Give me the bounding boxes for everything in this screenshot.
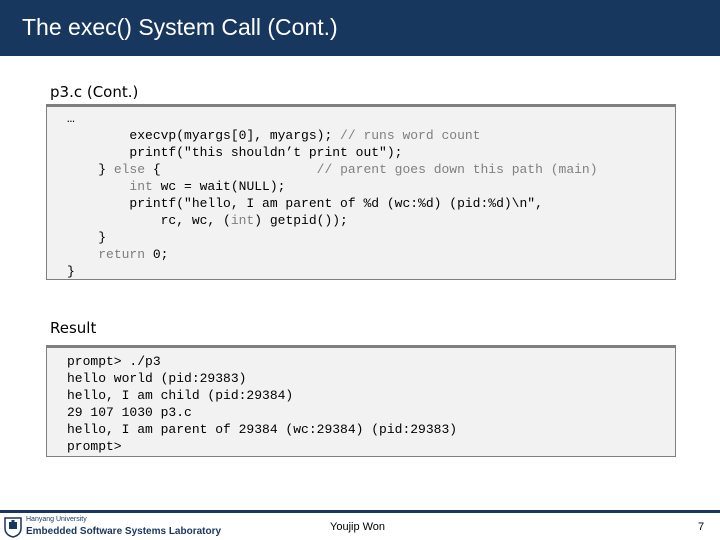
code-text: ) getpid()); (254, 213, 348, 228)
lab-name: Embedded Software Systems Laboratory (26, 526, 222, 537)
code-text: } (67, 264, 75, 279)
slide-title: The exec() System Call (Cont.) (22, 14, 338, 40)
code-text: prompt> (67, 439, 122, 454)
code-line: hello world (pid:29383) (67, 370, 246, 387)
code-block: … execvp(myargs[0], myargs); // runs wor… (46, 104, 676, 280)
code-line: printf("this shouldn’t print out"); (67, 144, 402, 161)
code-text: hello world (pid:29383) (67, 371, 247, 386)
code-text: } (67, 230, 107, 245)
code-text: hello, I am parent of 29384 (wc:29384) (… (67, 422, 458, 437)
code-text: } (67, 162, 114, 177)
result-block: prompt> ./p3 hello world (pid:29383) hello… (46, 345, 676, 457)
code-text: … (67, 111, 75, 126)
code-line: prompt> (67, 438, 122, 455)
code-text: { (145, 162, 317, 177)
code-line: } else { // parent goes down this path (… (67, 161, 598, 178)
code-text: printf("this shouldn’t print out"); (67, 145, 403, 160)
code-line: int wc = wait(NULL); (67, 178, 285, 195)
code-keyword: int (129, 179, 153, 194)
code-line: } (67, 229, 106, 246)
code-text: rc, wc, ( (67, 213, 231, 228)
code-line: hello, I am parent of 29384 (wc:29384) (… (67, 421, 457, 438)
code-line: prompt> ./p3 (67, 353, 161, 370)
university-name: Hanyang University (26, 516, 87, 523)
title-bar: The exec() System Call (Cont.) (0, 0, 720, 56)
code-line: execvp(myargs[0], myargs); // runs word … (67, 127, 480, 144)
code-line: 29 107 1030 p3.c (67, 404, 192, 421)
result-section-label: Result (50, 319, 97, 337)
code-text: wc = wait(NULL); (152, 179, 286, 194)
code-keyword: return (98, 247, 146, 262)
code-section-label: p3.c (Cont.) (50, 83, 139, 101)
code-line: rc, wc, (int) getpid()); (67, 212, 348, 229)
code-line: return 0; (67, 246, 168, 263)
code-line: printf("hello, I am parent of %d (wc:%d)… (67, 195, 543, 212)
author-name: Youjip Won (330, 521, 386, 533)
footer-divider (0, 510, 720, 513)
code-text: hello, I am child (pid:29384) (67, 388, 294, 403)
code-line: hello, I am child (pid:29384) (67, 387, 293, 404)
page-number: 7 (698, 521, 705, 533)
code-line: … (67, 110, 75, 127)
code-text: 29 107 1030 p3.c (67, 405, 192, 420)
code-keyword: else (113, 162, 146, 177)
code-comment: // runs word count (340, 128, 481, 143)
university-seal-icon (4, 517, 22, 538)
code-text: execvp(myargs[0], myargs); (67, 128, 341, 143)
code-line: } (67, 263, 75, 280)
code-text: printf("hello, I am parent of %d (wc:%d)… (67, 196, 543, 211)
code-text: 0; (145, 247, 169, 262)
code-comment: // parent goes down this path (main) (316, 162, 598, 177)
code-text: prompt> ./p3 (67, 354, 161, 369)
code-keyword: int (230, 213, 255, 228)
